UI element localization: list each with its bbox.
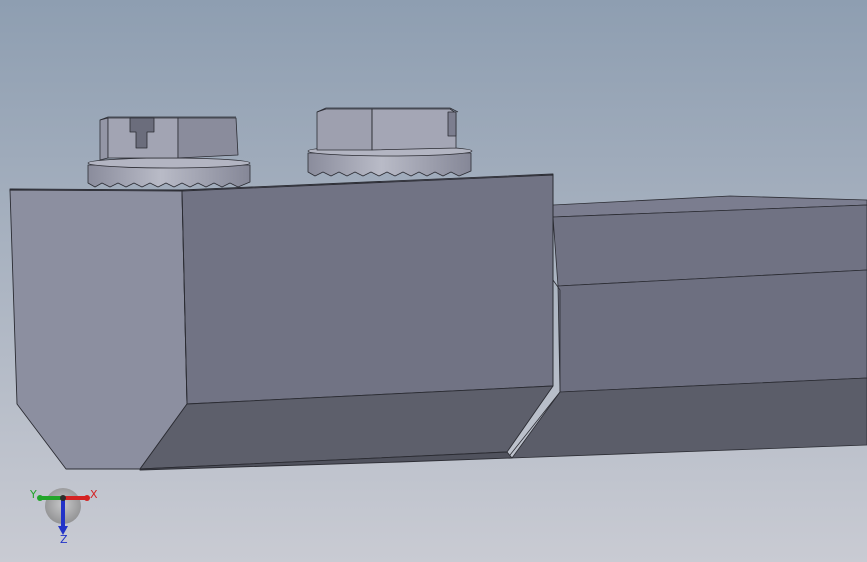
left-bolt-hex-face-right [177,117,239,159]
left-clamp-bolt[interactable] [87,116,251,188]
right-bolt-slot [447,111,457,137]
left-bolt-flange-top [87,157,251,169]
triad-y-tip [37,495,43,501]
tool-head-block[interactable] [9,173,554,471]
3d-viewport[interactable]: X Y Z [0,0,867,562]
viewport-canvas[interactable]: X Y Z [0,0,867,562]
left-bolt-hex-face-left [99,117,109,161]
right-bolt-hex-face-left [316,108,373,151]
triad-x-label: X [90,488,98,501]
triad-y-label: Y [29,488,37,501]
head-left-face [9,189,188,470]
triad-origin [60,495,66,501]
right-clamp-bolt[interactable] [307,107,473,177]
right-bolt-flange [307,152,472,177]
right-bolt-hex-face-front [371,108,457,151]
head-front-face [181,174,554,405]
tool-shank[interactable] [509,195,867,459]
shank-lower-face [557,269,867,393]
triad-z-label: Z [60,533,68,546]
